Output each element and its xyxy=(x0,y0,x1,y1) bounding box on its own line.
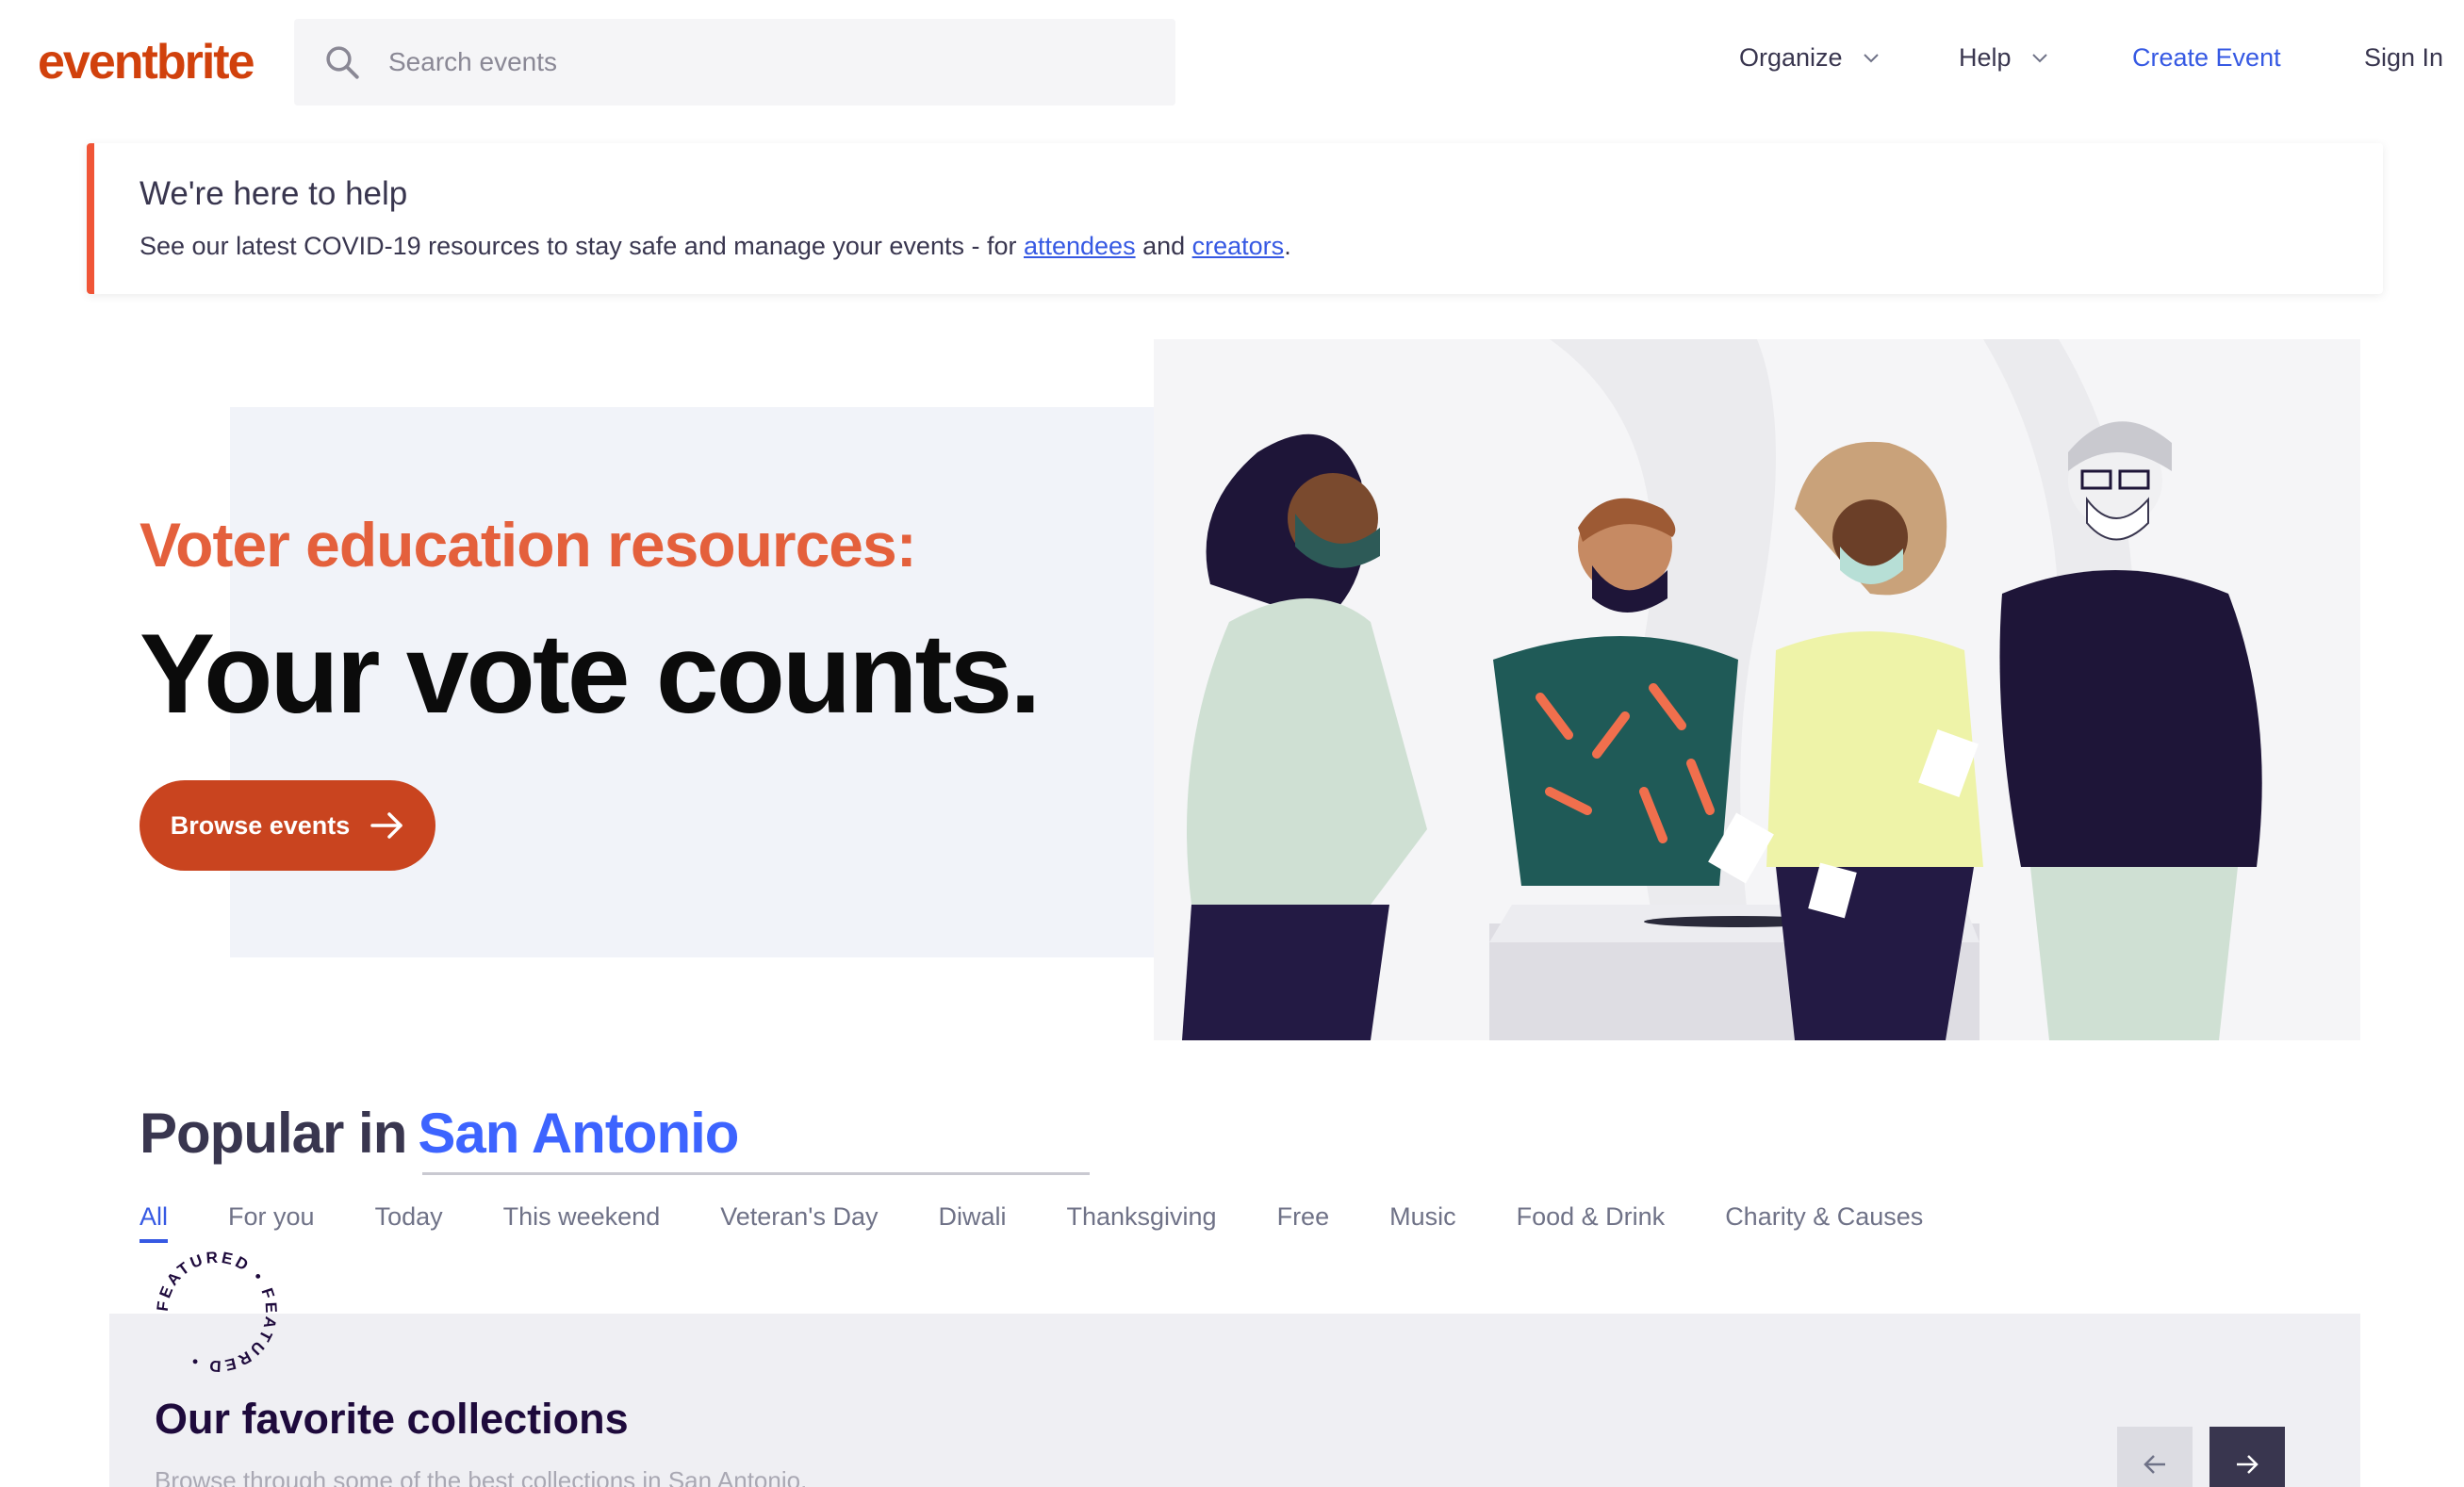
tab-veterans-day[interactable]: Veteran's Day xyxy=(720,1202,878,1243)
chevron-down-icon xyxy=(2031,53,2047,62)
featured-badge: FEATURED • FEATURED • xyxy=(154,1249,281,1376)
nav-help-label: Help xyxy=(1959,43,2012,72)
alert-title: We're here to help xyxy=(140,175,408,212)
tab-today[interactable]: Today xyxy=(375,1202,443,1243)
category-tabs: All For you Today This weekend Veteran's… xyxy=(140,1202,1923,1243)
tab-thanksgiving[interactable]: Thanksgiving xyxy=(1066,1202,1216,1243)
svg-text:FEATURED • FEATURED •: FEATURED • FEATURED • xyxy=(154,1249,281,1376)
search-icon xyxy=(326,46,359,79)
voters-illustration xyxy=(1154,339,2360,1040)
search-bar[interactable] xyxy=(294,19,1175,106)
alert-text-after: . xyxy=(1284,232,1291,260)
alert-text-before: See our latest COVID-19 resources to sta… xyxy=(140,232,1024,260)
hero-kicker: Voter education resources: xyxy=(140,510,917,580)
arrow-right-icon xyxy=(370,812,403,839)
nav-help[interactable]: Help xyxy=(1959,43,2049,73)
collections-subtitle: Browse through some of the best collecti… xyxy=(155,1466,808,1487)
tab-charity-causes[interactable]: Charity & Causes xyxy=(1725,1202,1923,1243)
tab-diwali[interactable]: Diwali xyxy=(938,1202,1006,1243)
eventbrite-logo[interactable]: eventbrite xyxy=(38,34,255,90)
carousel-next-button[interactable] xyxy=(2209,1427,2285,1487)
alert-text-middle: and xyxy=(1135,232,1192,260)
popular-heading: Popular in San Antonio xyxy=(140,1101,739,1166)
chevron-down-icon xyxy=(1863,53,1879,62)
tab-for-you[interactable]: For you xyxy=(228,1202,315,1243)
hero-title: Your vote counts. xyxy=(140,611,1042,737)
tab-all[interactable]: All xyxy=(140,1202,169,1243)
collections-title: Our favorite collections xyxy=(155,1395,629,1443)
tab-food-drink[interactable]: Food & Drink xyxy=(1517,1202,1666,1243)
create-event-link[interactable]: Create Event xyxy=(2132,43,2281,73)
site-header: eventbrite Organize Help Create Event Si… xyxy=(0,0,2464,124)
nav-organize[interactable]: Organize xyxy=(1739,43,1881,73)
city-selector[interactable]: San Antonio xyxy=(418,1102,739,1165)
alert-text: See our latest COVID-19 resources to sta… xyxy=(140,232,1291,261)
sign-in-link[interactable]: Sign In xyxy=(2364,43,2443,73)
tab-free[interactable]: Free xyxy=(1277,1202,1330,1243)
attendees-link[interactable]: attendees xyxy=(1024,232,1136,260)
voters-illustration-art xyxy=(1182,339,2262,1040)
featured-badge-text: FEATURED • FEATURED • xyxy=(154,1249,278,1376)
arrow-right-icon xyxy=(2237,1455,2259,1474)
city-underline xyxy=(422,1172,1090,1175)
carousel-prev-button[interactable] xyxy=(2117,1427,2193,1487)
search-input[interactable] xyxy=(388,19,1142,106)
tab-this-weekend[interactable]: This weekend xyxy=(503,1202,661,1243)
browse-events-button[interactable]: Browse events xyxy=(140,780,435,871)
popular-prefix: Popular in xyxy=(140,1102,407,1165)
browse-events-label: Browse events xyxy=(170,810,351,840)
covid-alert-banner: We're here to help See our latest COVID-… xyxy=(87,143,2383,294)
tab-music[interactable]: Music xyxy=(1389,1202,1456,1243)
creators-link[interactable]: creators xyxy=(1192,232,1285,260)
arrow-left-icon xyxy=(2144,1455,2165,1474)
nav-organize-label: Organize xyxy=(1739,43,1843,72)
